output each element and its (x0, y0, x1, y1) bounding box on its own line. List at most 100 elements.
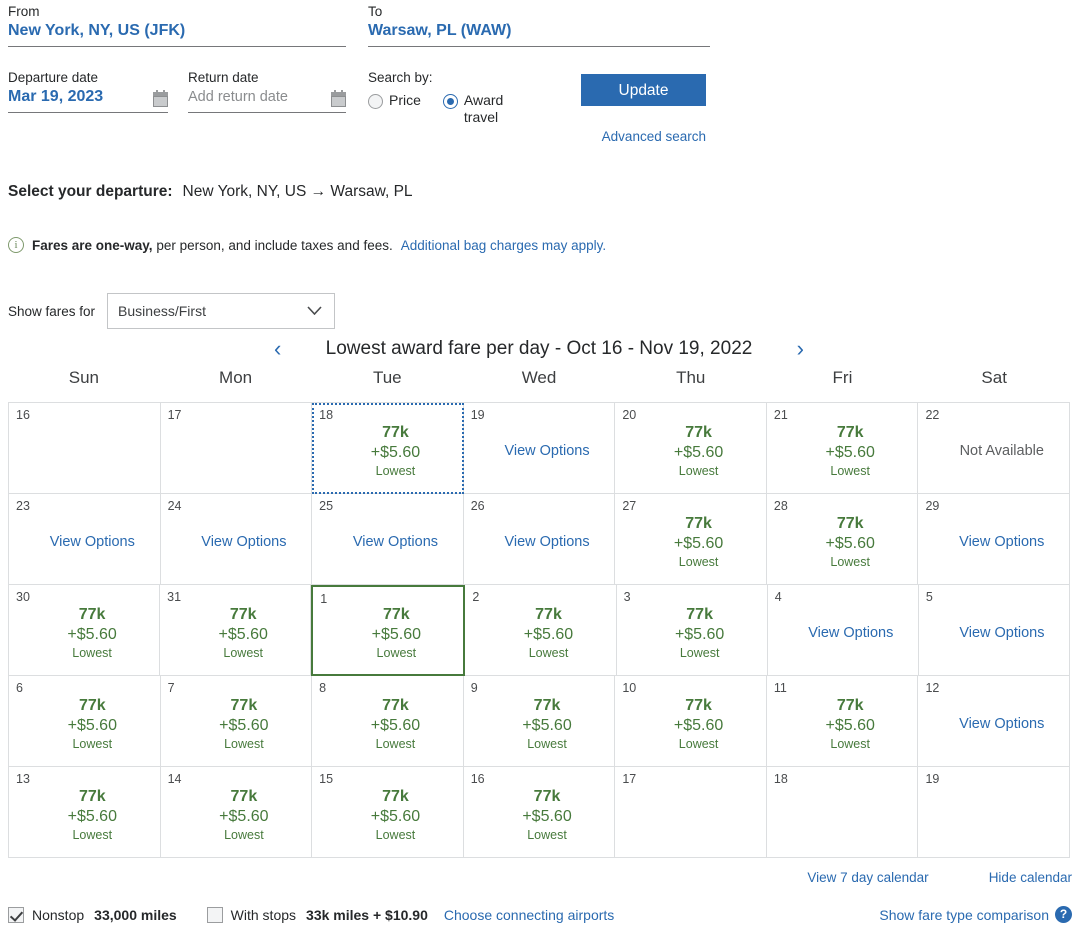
departure-date-group: Departure date Mar 19, 2023 (8, 70, 168, 113)
fare-lowest-badge: Lowest (830, 463, 870, 478)
fare-tax: +$5.60 (522, 716, 572, 734)
nonstop-checkbox[interactable] (8, 906, 24, 923)
prev-week-button[interactable]: ‹ (268, 338, 288, 360)
fare-miles: 77k (383, 606, 410, 623)
fare-tax: +$5.60 (825, 534, 875, 552)
from-input[interactable]: New York, NY, US (JFK) (8, 20, 346, 47)
return-date-label: Return date (188, 70, 259, 85)
day-cell-body: 77k +$5.60 Lowest (617, 591, 767, 675)
fare-lowest-badge: Lowest (375, 463, 416, 478)
calendar-day-cell-27[interactable]: 27 77k +$5.60 Lowest (615, 494, 767, 585)
calendar-day-cell-11[interactable]: 11 77k +$5.60 Lowest (766, 676, 919, 767)
calendar-day-cell-4[interactable]: 4 View Options (767, 585, 919, 676)
view-options-link[interactable]: View Options (504, 442, 589, 460)
to-label: To (368, 4, 383, 19)
calendar-day-cell-10[interactable]: 10 77k +$5.60 Lowest (615, 676, 767, 767)
view-options-link[interactable]: View Options (50, 533, 135, 551)
calendar-icon[interactable] (331, 90, 346, 107)
fare-miles: 77k (229, 605, 257, 623)
with-stops-filter[interactable]: With stops (206, 906, 296, 923)
calendar-day-cell-16[interactable]: 16 77k +$5.60 Lowest (463, 767, 616, 858)
choose-connecting-airports-link[interactable]: Choose connecting airports (444, 907, 614, 923)
calendar-day-cell-24[interactable]: 24 View Options (160, 494, 313, 585)
view-options-link[interactable]: View Options (808, 624, 893, 642)
day-cell-body: View Options (312, 500, 463, 584)
calendar-day-cell-6[interactable]: 6 77k +$5.60 Lowest (9, 676, 161, 767)
calendar-day-cell-28[interactable]: 28 77k +$5.60 Lowest (766, 494, 919, 585)
with-stops-checkbox[interactable] (206, 906, 223, 923)
view-options-link[interactable]: View Options (959, 533, 1044, 551)
to-value: Warsaw, PL (WAW) (368, 22, 512, 39)
fare-lowest-badge: Lowest (678, 736, 719, 751)
fare-tax: +$5.60 (523, 625, 574, 643)
view-options-link[interactable]: View Options (201, 533, 286, 551)
day-cell-body: 77k +$5.60 Lowest (767, 500, 918, 584)
day-cell-body: 77k +$5.60 Lowest (465, 591, 615, 675)
fare-lowest-badge: Lowest (528, 645, 569, 660)
day-cell-body: View Options (464, 500, 615, 584)
calendar-day-cell-3[interactable]: 3 77k +$5.60 Lowest (616, 585, 768, 676)
calendar-day-cell-12[interactable]: 12 View Options (918, 676, 1071, 767)
radio-price[interactable]: Price (368, 92, 421, 109)
calendar-day-cell-20[interactable]: 20 77k +$5.60 Lowest (615, 403, 767, 494)
cabin-class-select[interactable]: Business/First (107, 293, 336, 329)
calendar-week-row: 23 View Options 24 View Options 25 View Optio… (9, 494, 1071, 585)
fare-tax: +$5.60 (67, 807, 117, 825)
calendar-day-cell-7[interactable]: 7 77k +$5.60 Lowest (160, 676, 313, 767)
calendar-day-cell-1[interactable]: 1 77k +$5.60 Lowest (311, 585, 466, 676)
day-number: 29 (925, 499, 940, 513)
calendar-day-cell-2[interactable]: 2 77k +$5.60 Lowest (465, 585, 617, 676)
fare-lowest-badge: Lowest (375, 736, 416, 751)
fare-calendar-grid: 16 17 18 77k +$5.60 Lowest 19 View Options 20 77k… (8, 402, 1071, 858)
calendar-day-cell-8[interactable]: 8 77k +$5.60 Lowest (312, 676, 464, 767)
calendar-day-cell-26[interactable]: 26 View Options (463, 494, 616, 585)
calendar-day-cell-21[interactable]: 21 77k +$5.60 Lowest (766, 403, 919, 494)
fare-miles: 77k (535, 605, 562, 623)
view-7-day-calendar-link[interactable]: View 7 day calendar (807, 870, 928, 885)
weekday-header-sun: Sun (68, 368, 99, 387)
return-date-input[interactable]: Add return date (188, 86, 346, 113)
question-mark-icon[interactable]: ? (1055, 906, 1072, 923)
day-cell-body: 77k +$5.60 Lowest (9, 591, 159, 675)
day-cell-body: View Options (918, 500, 1069, 584)
calendar-day-cell-13[interactable]: 13 77k +$5.60 Lowest (9, 767, 161, 858)
calendar-day-cell-9[interactable]: 9 77k +$5.60 Lowest (463, 676, 616, 767)
day-number: 28 (773, 499, 788, 513)
calendar-day-cell-18[interactable]: 18 77k +$5.60 Lowest (312, 403, 464, 494)
weekday-header-fri: Fri (832, 368, 853, 387)
calendar-icon[interactable] (153, 90, 168, 107)
departure-date-input[interactable]: Mar 19, 2023 (8, 86, 168, 113)
calendar-day-cell-31[interactable]: 31 77k +$5.60 Lowest (160, 585, 312, 676)
hide-calendar-link[interactable]: Hide calendar (989, 870, 1072, 885)
calendar-day-cell-15[interactable]: 15 77k +$5.60 Lowest (312, 767, 464, 858)
view-options-link[interactable]: View Options (959, 624, 1044, 642)
day-number: 20 (622, 408, 637, 422)
day-number: 27 (622, 499, 637, 513)
day-cell-body: 77k +$5.60 Lowest (615, 500, 766, 584)
next-week-button[interactable]: › (790, 338, 810, 360)
calendar-day-cell-30[interactable]: 30 77k +$5.60 Lowest (9, 585, 161, 676)
calendar-day-cell-5[interactable]: 5 View Options (918, 585, 1070, 676)
calendar-day-cell-14[interactable]: 14 77k +$5.60 Lowest (160, 767, 313, 858)
view-options-link[interactable]: View Options (504, 533, 589, 551)
calendar-day-cell-29[interactable]: 29 View Options (918, 494, 1071, 585)
update-button[interactable]: Update (581, 74, 706, 106)
view-options-link[interactable]: View Options (353, 533, 438, 551)
fare-tax: +$5.60 (673, 716, 724, 734)
fare-miles: 77k (685, 423, 712, 441)
radio-award-travel[interactable]: Award travel (442, 92, 522, 126)
day-cell-body: 77k +$5.60 Lowest (767, 682, 918, 766)
calendar-day-cell-19[interactable]: 19 View Options (463, 403, 616, 494)
view-options-link[interactable]: View Options (959, 715, 1044, 733)
calendar-day-cell-23[interactable]: 23 View Options (9, 494, 161, 585)
additional-bag-charges-link[interactable]: Additional bag charges may apply. (401, 238, 606, 253)
day-cell-body: 77k +$5.60 Lowest (9, 682, 160, 766)
calendar-day-cell-19: 19 (918, 767, 1071, 858)
nonstop-filter[interactable]: Nonstop (8, 906, 84, 923)
to-input[interactable]: Warsaw, PL (WAW) (368, 20, 710, 47)
calendar-day-cell-25[interactable]: 25 View Options (312, 494, 464, 585)
fare-tax: +$5.60 (219, 807, 269, 825)
show-fare-type-comparison-link[interactable]: Show fare type comparison (879, 907, 1049, 923)
day-cell-body: 77k +$5.60 Lowest (464, 682, 615, 766)
advanced-search-link[interactable]: Advanced search (581, 129, 706, 144)
